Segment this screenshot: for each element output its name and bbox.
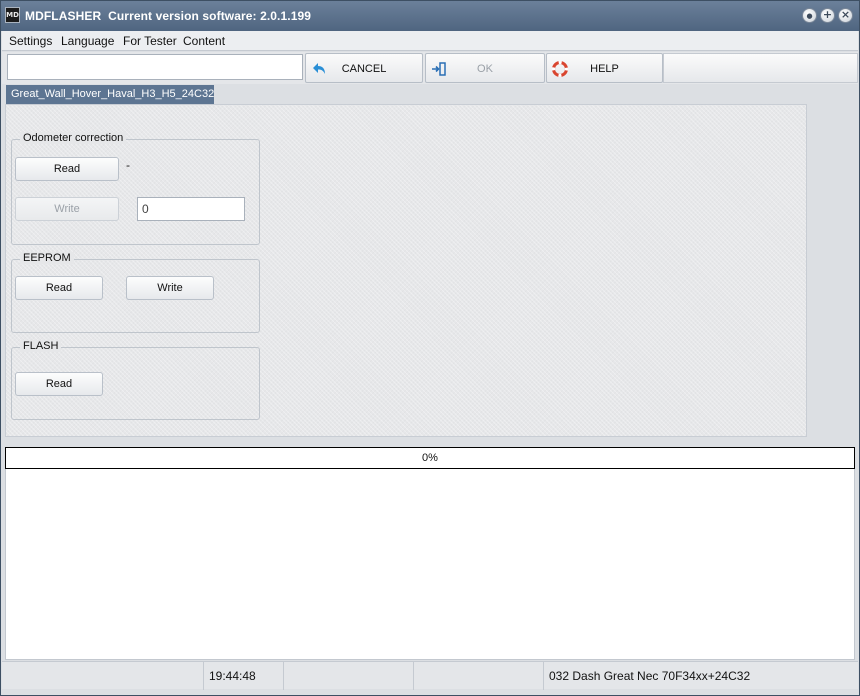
odometer-value: -	[126, 158, 130, 172]
menu-for-tester[interactable]: For Tester	[123, 34, 177, 48]
menu-content[interactable]: Content	[183, 34, 225, 48]
log-output[interactable]	[5, 469, 855, 660]
tab-device[interactable]: Great_Wall_Hover_Haval_H3_H5_24C32	[6, 85, 214, 104]
eeprom-write-button[interactable]: Write	[126, 276, 214, 300]
close-button[interactable]: ×	[838, 8, 853, 23]
flash-read-button[interactable]: Read	[15, 372, 103, 396]
maximize-icon: +	[822, 8, 833, 21]
status-cell-1	[2, 662, 204, 690]
status-device: 032 Dash Great Nec 70F34xx+24C32	[549, 669, 751, 683]
app-window: MD MDFLASHER Current version software: 2…	[0, 0, 860, 696]
status-cell-4	[414, 662, 544, 690]
ok-button[interactable]: OK	[425, 53, 545, 83]
eeprom-read-button[interactable]: Read	[15, 276, 103, 300]
odometer-group-title: Odometer correction	[20, 132, 127, 144]
odometer-write-button[interactable]: Write	[15, 197, 119, 221]
menu-settings[interactable]: Settings	[9, 34, 52, 48]
ok-label: OK	[477, 63, 493, 75]
app-name: MDFLASHER	[25, 9, 102, 23]
version-text: Current version software: 2.0.1.199	[108, 9, 312, 23]
device-panel: Odometer correction Read - Write 0 EEPRO…	[5, 104, 807, 437]
title-bar[interactable]: MD MDFLASHER Current version software: 2…	[1, 1, 859, 31]
menu-bar: Settings Language For Tester Content	[2, 31, 858, 51]
eeprom-group-title: EEPROM	[20, 252, 74, 264]
toolbar-spacer	[663, 53, 858, 83]
minimize-button[interactable]: ●	[802, 8, 817, 23]
progress-text: 0%	[422, 452, 438, 464]
cancel-button[interactable]: CANCEL	[305, 53, 423, 83]
app-logo-icon: MD	[5, 7, 20, 23]
flash-group-title: FLASH	[20, 340, 62, 352]
status-bar: 19:44:48 032 Dash Great Nec 70F34xx+24C3…	[2, 661, 858, 690]
maximize-button[interactable]: +	[820, 8, 835, 23]
odometer-group: Odometer correction Read - Write 0	[11, 132, 260, 245]
close-icon: ×	[840, 8, 851, 21]
progress-bar: 0%	[5, 447, 855, 469]
eeprom-group: EEPROM Read Write	[11, 252, 260, 333]
help-label: HELP	[590, 63, 619, 75]
toolbar-input[interactable]	[7, 54, 303, 80]
status-time: 19:44:48	[204, 662, 284, 690]
status-cell-3	[284, 662, 414, 690]
odometer-read-button[interactable]: Read	[15, 157, 119, 181]
toolbar: CANCEL OK HELP	[2, 52, 858, 84]
odometer-input[interactable]: 0	[137, 197, 245, 221]
window-title: MDFLASHER Current version software: 2.0.…	[25, 9, 311, 23]
flash-group: FLASH Read	[11, 340, 260, 420]
menu-language[interactable]: Language	[61, 34, 114, 48]
cancel-label: CANCEL	[341, 63, 387, 75]
minimize-icon: ●	[806, 12, 813, 20]
help-button[interactable]: HELP	[546, 53, 663, 83]
